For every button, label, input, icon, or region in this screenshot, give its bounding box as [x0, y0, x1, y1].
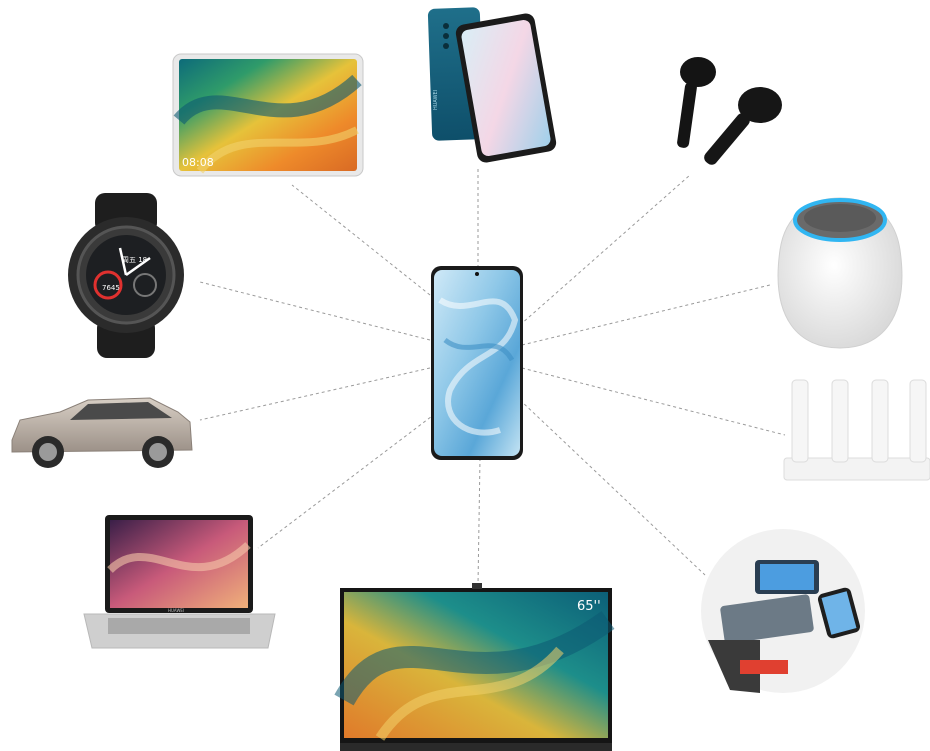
smartphone-hub-icon [431, 266, 523, 460]
router-icon [783, 379, 930, 481]
device-router [783, 379, 930, 481]
tv-icon [334, 583, 615, 751]
phone-brand: HUAWEI [433, 90, 439, 110]
earbuds-icon [677, 57, 782, 165]
connector-tablet [291, 184, 431, 296]
tablet-screen-time: 08:08 [182, 156, 214, 169]
connector-watch [199, 281, 431, 341]
connector-router [521, 367, 786, 436]
connector-tv [477, 457, 481, 586]
connector-car [199, 367, 431, 421]
hub-phone [431, 266, 523, 460]
device-car [11, 397, 193, 468]
device-tv: 65'' [334, 583, 615, 751]
device-smartwatch: 周五 18 7645 [68, 193, 184, 358]
device-phone: HUAWEI [427, 7, 557, 163]
laptop-icon [83, 515, 276, 649]
speaker-icon [777, 197, 903, 349]
connector-earbuds [519, 174, 691, 326]
watch-dial-steps: 7645 [102, 284, 120, 292]
tv-size-label: 65'' [577, 599, 601, 614]
device-smart-speaker [777, 197, 903, 349]
treadmill-icon [701, 529, 865, 693]
connector-treadmill [519, 399, 706, 576]
smartwatch-icon [68, 193, 184, 358]
laptop-brand: HUAWEI [168, 608, 184, 613]
device-ecosystem-diagram: 08:08 HUAWEI 周五 18 7645 HUAWEI 65'' [11, 7, 930, 751]
connector-speaker [521, 284, 771, 346]
device-treadmill [701, 529, 865, 693]
car-icon [11, 397, 193, 468]
device-earbuds [677, 57, 782, 165]
connector-laptop [257, 409, 441, 549]
smartphone-icon [427, 7, 557, 163]
device-laptop: HUAWEI [83, 515, 276, 649]
watch-dial-date: 周五 18 [122, 256, 147, 264]
device-tablet: 08:08 [172, 53, 364, 177]
